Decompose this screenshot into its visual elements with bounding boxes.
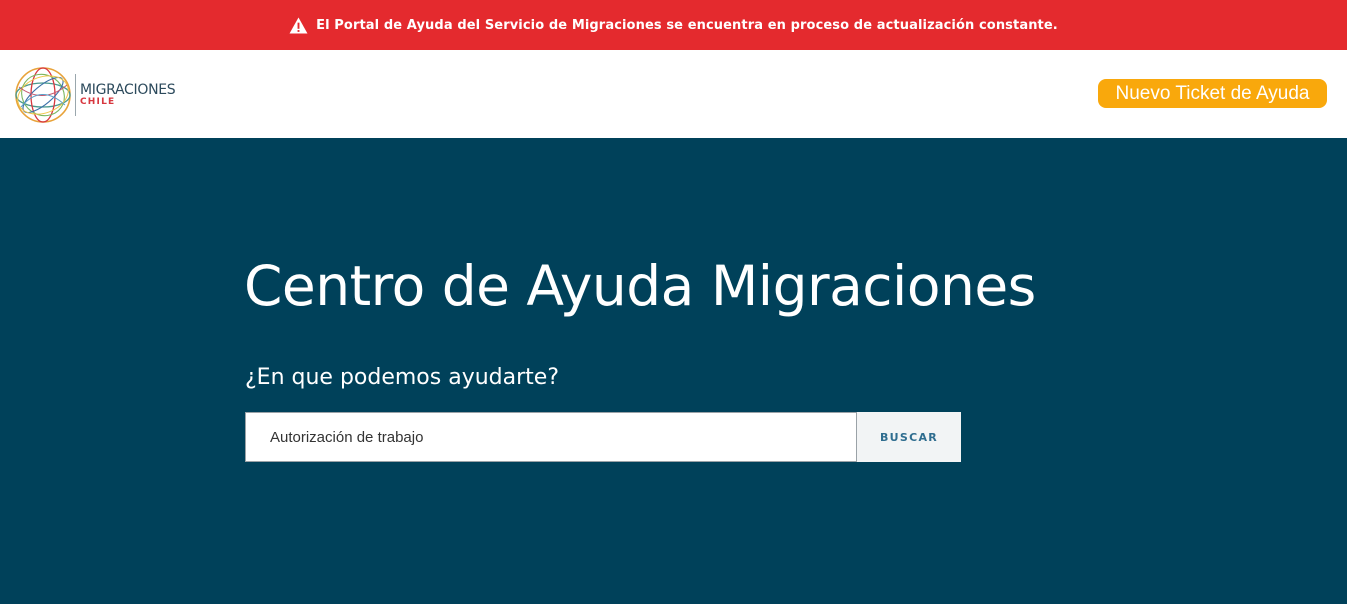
new-ticket-button[interactable]: Nuevo Ticket de Ayuda bbox=[1098, 79, 1327, 108]
alert-banner: El Portal de Ayuda del Servicio de Migra… bbox=[0, 0, 1347, 50]
search-input[interactable] bbox=[245, 412, 857, 462]
site-header: MIGRACIONES CHILE Nuevo Ticket de Ayuda bbox=[0, 50, 1347, 138]
search-button[interactable]: BUSCAR bbox=[857, 412, 961, 462]
page-title: Centro de Ayuda Migraciones bbox=[244, 254, 1036, 318]
logo-sub-text: CHILE bbox=[80, 97, 116, 107]
logo-text: MIGRACIONES CHILE bbox=[80, 82, 176, 107]
globe-logo-icon bbox=[15, 67, 71, 123]
migraciones-logo[interactable]: MIGRACIONES CHILE bbox=[13, 64, 188, 126]
search-form: BUSCAR bbox=[245, 412, 961, 462]
hero-section: Centro de Ayuda Migraciones ¿En que pode… bbox=[0, 138, 1347, 604]
alert-message: El Portal de Ayuda del Servicio de Migra… bbox=[316, 17, 1058, 33]
logo-divider bbox=[75, 74, 76, 116]
hero-subtitle: ¿En que podemos ayudarte? bbox=[245, 365, 559, 390]
warning-icon bbox=[289, 16, 308, 34]
logo-main-text: MIGRACIONES bbox=[80, 82, 176, 98]
